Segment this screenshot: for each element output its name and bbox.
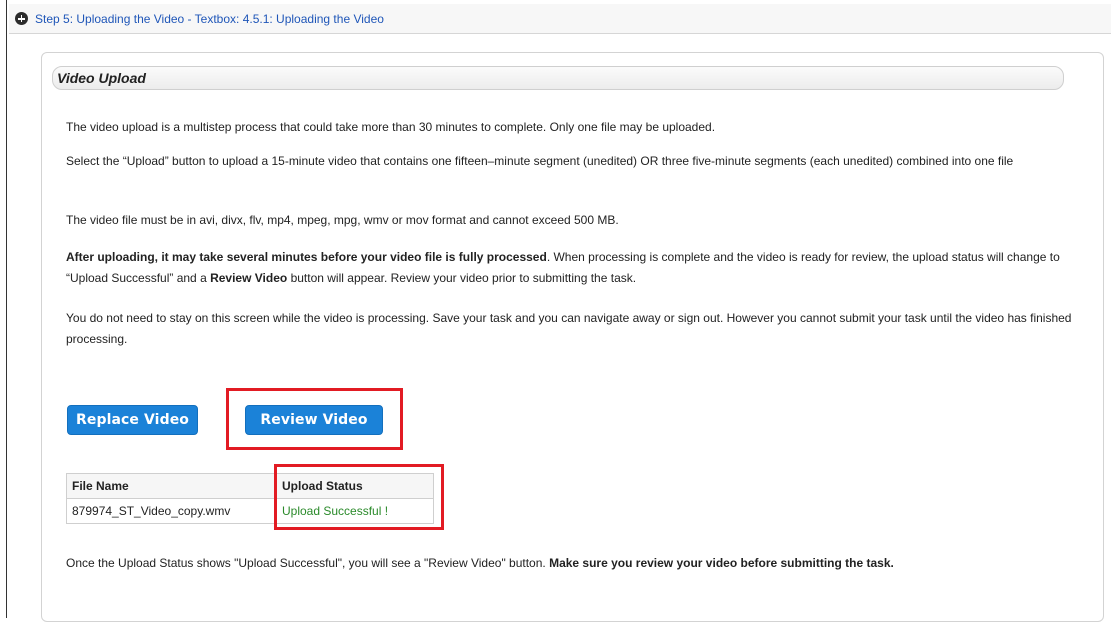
page-left-border <box>6 0 7 618</box>
format-paragraph: The video file must be in avi, divx, flv… <box>66 213 619 227</box>
plus-circle-icon[interactable] <box>15 12 28 25</box>
file-name-cell: 879974_ST_Video_copy.wmv <box>66 498 277 524</box>
review-reminder-paragraph: Once the Upload Status shows "Upload Suc… <box>66 553 1081 574</box>
step-title[interactable]: Step 5: Uploading the Video - Textbox: 4… <box>35 12 384 26</box>
column-header-upload-status: Upload Status <box>276 473 434 499</box>
navigation-paragraph: You do not need to stay on this screen w… <box>66 311 1072 346</box>
review-video-button[interactable]: Review Video <box>245 405 383 435</box>
video-upload-panel: Video Upload The video upload is a multi… <box>41 52 1104 622</box>
review-reminder-text: Once the Upload Status shows "Upload Suc… <box>66 556 550 570</box>
review-video-mention: Review Video <box>210 271 288 285</box>
upload-status-cell: Upload Successful ! <box>276 498 434 524</box>
step-header[interactable]: Step 5: Uploading the Video - Textbox: 4… <box>9 4 1111 34</box>
table-header-row: File Name Upload Status <box>66 473 434 499</box>
column-header-file-name: File Name <box>66 473 277 499</box>
processing-text-end: button will appear. Review your video pr… <box>287 271 637 285</box>
replace-video-button[interactable]: Replace Video <box>67 405 198 435</box>
upload-instructions-paragraph: Select the “Upload” button to upload a 1… <box>66 154 1014 168</box>
panel-title: Video Upload <box>52 66 1064 90</box>
review-reminder-bold: Make sure you review your video before s… <box>549 556 894 570</box>
upload-table: File Name Upload Status 879974_ST_Video_… <box>66 473 434 524</box>
table-row: 879974_ST_Video_copy.wmv Upload Successf… <box>66 498 434 524</box>
processing-paragraph: After uploading, it may take several min… <box>66 247 1081 289</box>
intro-paragraph: The video upload is a multistep process … <box>66 120 716 134</box>
processing-warning: After uploading, it may take several min… <box>66 250 547 264</box>
